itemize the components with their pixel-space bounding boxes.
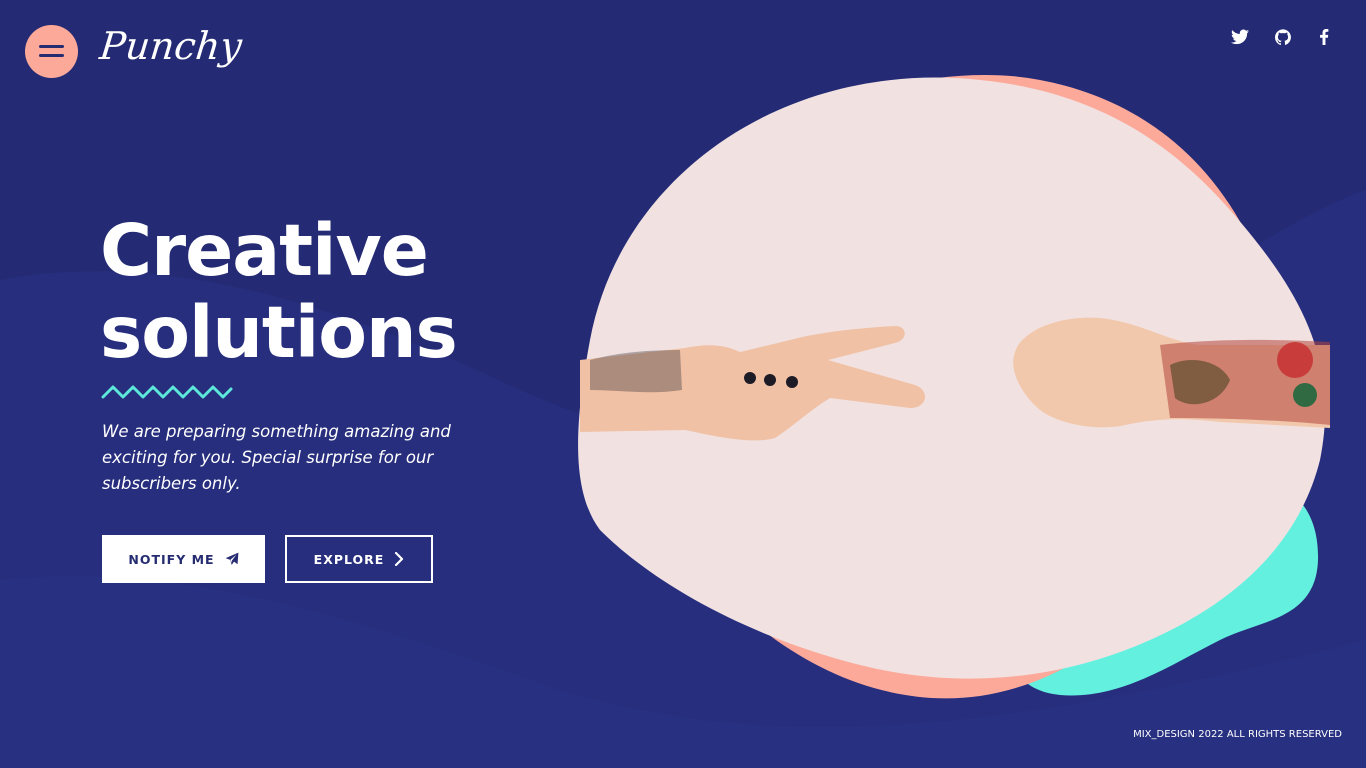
hero-title-line2: solutions [100, 291, 458, 374]
brand-logo[interactable]: Punchy [98, 24, 244, 68]
notify-me-button[interactable]: NOTIFY ME [102, 535, 265, 583]
zigzag-divider [101, 385, 233, 399]
tagline-line3: subscribers only. [102, 474, 241, 493]
explore-label: EXPLORE [313, 551, 385, 567]
paper-plane-icon [225, 552, 239, 565]
tagline-line2: exciting for you. Special surprise for o… [102, 448, 434, 467]
hamburger-icon [39, 45, 64, 48]
hamburger-icon-line [39, 54, 64, 57]
explore-button[interactable]: EXPLORE [285, 535, 433, 583]
github-icon[interactable] [1275, 29, 1297, 47]
tagline: We are preparing something amazing and e… [102, 419, 482, 497]
facebook-icon[interactable] [1319, 29, 1341, 47]
hero-illustration [578, 74, 1330, 699]
hero-title-line1: Creative [100, 209, 429, 292]
social-links [1231, 29, 1341, 47]
tagline-line1: We are preparing something amazing and [102, 422, 451, 441]
notify-me-label: NOTIFY ME [128, 551, 215, 567]
hero-title: Creative solutions [100, 209, 458, 374]
twitter-icon[interactable] [1231, 29, 1253, 47]
copyright-text: MIX_DESIGN 2022 ALL RIGHTS RESERVED [1133, 729, 1342, 740]
chevron-right-icon [395, 552, 404, 566]
menu-button[interactable] [25, 25, 78, 78]
